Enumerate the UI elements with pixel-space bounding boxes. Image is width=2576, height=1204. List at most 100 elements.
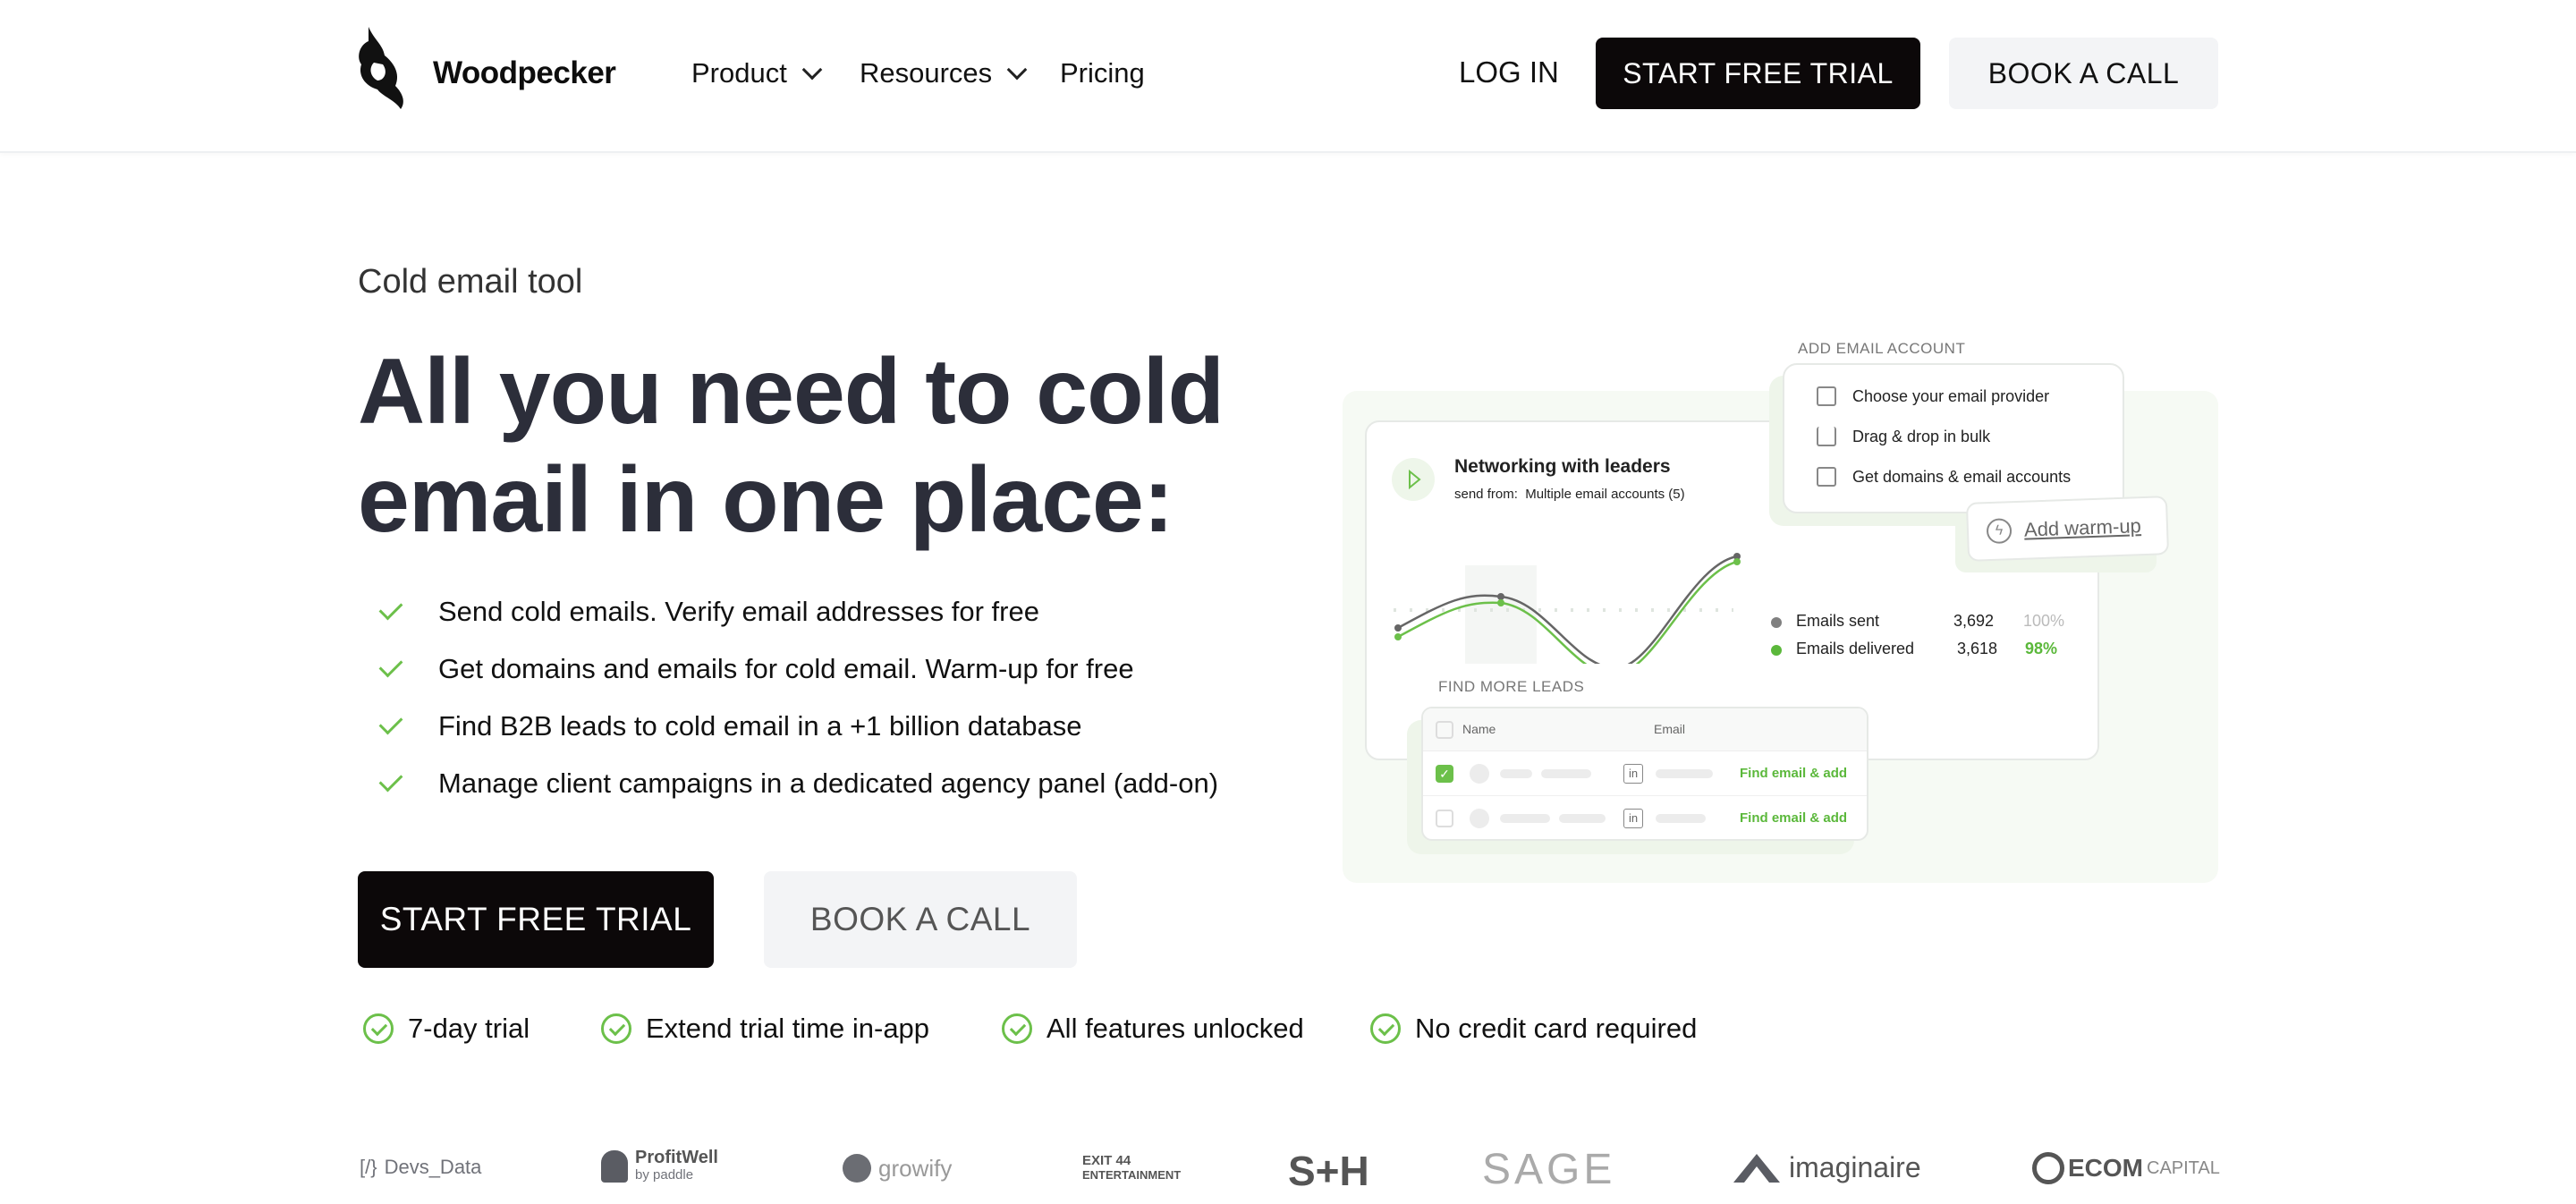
stat-percent: 98% <box>2025 640 2058 657</box>
send-from-label: send from: <box>1454 487 1518 502</box>
check-icon <box>378 710 403 735</box>
header-book-call-button[interactable]: BOOK A CALL <box>1949 38 2218 109</box>
feature-text: 7-day trial <box>408 1013 530 1044</box>
hero-book-call-button[interactable]: BOOK A CALL <box>764 871 1077 968</box>
warmup-button[interactable]: ϟ Add warm-up <box>1965 496 2170 562</box>
chevron-down-icon <box>801 59 823 81</box>
logo-sage: SAGE <box>1482 1145 1615 1194</box>
select-all-checkbox[interactable] <box>1436 721 1453 739</box>
chevron-down-icon <box>1006 59 1028 81</box>
avatar <box>1470 764 1489 784</box>
hero-start-trial-button[interactable]: START FREE TRIAL <box>358 871 714 968</box>
send-from-value: Multiple email accounts (5) <box>1525 487 1685 502</box>
row-checkbox[interactable] <box>1436 810 1453 827</box>
drag-drop-item[interactable]: Drag & drop in bulk <box>1817 427 1990 446</box>
find-email-add-link[interactable]: Find email & add <box>1740 810 1847 826</box>
feature-text: No credit card required <box>1415 1013 1698 1044</box>
row-checkbox-checked[interactable]: ✓ <box>1436 765 1453 783</box>
ecom-icon <box>2032 1152 2064 1184</box>
campaign-title: Networking with leaders <box>1454 456 1671 477</box>
logo-text: S+H <box>1288 1148 1369 1194</box>
feature-text: All features unlocked <box>1046 1013 1304 1044</box>
trial-feature: No credit card required <box>1370 1013 1697 1045</box>
login-link[interactable]: LOG IN <box>1459 55 1559 89</box>
growify-icon <box>843 1154 871 1183</box>
nav-product-label: Product <box>691 57 787 89</box>
logo-subtext: ENTERTAINMENT <box>1082 1168 1182 1182</box>
nav-pricing-label: Pricing <box>1060 57 1145 89</box>
trial-feature: All features unlocked <box>1002 1013 1304 1045</box>
profitwell-icon <box>601 1150 628 1183</box>
bullet-text: Send cold emails. Verify email addresses… <box>438 596 1039 627</box>
find-email-add-link[interactable]: Find email & add <box>1740 766 1847 781</box>
logo-imaginaire: imaginaire <box>1732 1150 1921 1184</box>
nav-resources-label: Resources <box>860 57 993 89</box>
feature-bullet: Manage client campaigns in a dedicated a… <box>376 767 1218 800</box>
check-circle-icon <box>1370 1013 1401 1044</box>
site-header: Woodpecker Product Resources Pricing LOG… <box>0 0 2576 153</box>
campaign-line-chart <box>1394 553 1741 664</box>
hero-eyebrow: Cold email tool <box>358 263 583 301</box>
check-circle-icon <box>1002 1013 1032 1044</box>
browser-icon <box>1817 467 1836 487</box>
bullet-text: Get domains and emails for cold email. W… <box>438 653 1134 684</box>
imaginaire-icon <box>1733 1154 1780 1183</box>
check-icon <box>378 653 403 678</box>
add-account-card: Choose your email provider Drag & drop i… <box>1783 363 2124 513</box>
sent-dot <box>1771 617 1782 628</box>
logo-subtext: CAPITAL <box>2147 1157 2220 1178</box>
nav-product[interactable]: Product <box>691 57 823 89</box>
stat-row-delivered: Emails delivered 3,618 98% <box>1771 640 2075 661</box>
stat-label: Emails sent <box>1796 612 1880 630</box>
logo-sh: S+H <box>1288 1147 1369 1195</box>
get-domains-item[interactable]: Get domains & email accounts <box>1817 467 2071 487</box>
check-circle-icon <box>601 1013 631 1044</box>
logo-text: EXIT 44 <box>1082 1153 1131 1168</box>
item-label: Get domains & email accounts <box>1852 467 2072 486</box>
logo-text: growify <box>878 1154 953 1182</box>
check-circle-icon <box>363 1013 394 1044</box>
logo-text: SAGE <box>1482 1146 1616 1193</box>
delivered-dot <box>1771 645 1782 656</box>
leads-title: FIND MORE LEADS <box>1438 678 1585 695</box>
item-label: Choose your email provider <box>1852 386 2050 405</box>
hero-title: All you need to cold email in one place: <box>358 338 1224 555</box>
feature-bullet: Get domains and emails for cold email. W… <box>376 653 1134 685</box>
logo-text: Devs_Data <box>384 1156 482 1178</box>
nav-resources[interactable]: Resources <box>860 57 1028 89</box>
avatar <box>1470 809 1489 828</box>
send-from: send from: Multiple email accounts (5) <box>1454 487 1685 502</box>
header-start-trial-button[interactable]: START FREE TRIAL <box>1596 38 1920 109</box>
brand-name[interactable]: Woodpecker <box>433 55 616 91</box>
stat-percent: 100% <box>2023 612 2065 630</box>
bullet-text: Manage client campaigns in a dedicated a… <box>438 767 1219 799</box>
leads-table: Name Email ✓ in Find email & add in Find… <box>1421 707 1868 841</box>
check-icon <box>378 767 403 793</box>
hero-title-line2: email in one place: <box>358 448 1174 552</box>
warmup-label: Add warm-up <box>2023 514 2142 541</box>
code-bracket-icon: [/} <box>360 1156 377 1178</box>
stat-row-sent: Emails sent 3,692 100% <box>1771 612 2075 633</box>
choose-provider-item[interactable]: Choose your email provider <box>1817 386 2049 406</box>
mail-icon <box>1817 386 1836 406</box>
feature-text: Extend trial time in-app <box>646 1013 930 1044</box>
lead-row: ✓ in Find email & add <box>1423 751 1867 796</box>
item-label: Drag & drop in bulk <box>1852 427 1991 445</box>
nav-pricing[interactable]: Pricing <box>1060 57 1145 89</box>
woodpecker-logo-icon[interactable] <box>356 27 408 114</box>
logo-text: ECOM <box>2068 1154 2143 1182</box>
stat-value: 3,618 <box>1957 640 1998 657</box>
logo-ecom-capital: ECOM CAPITAL <box>2032 1152 2220 1184</box>
hero-title-line1: All you need to cold <box>358 340 1224 444</box>
feature-bullet: Find B2B leads to cold email in a +1 bil… <box>376 710 1081 742</box>
trial-feature: 7-day trial <box>363 1013 530 1045</box>
column-name: Name <box>1462 722 1496 736</box>
logo-text: ProfitWell <box>635 1148 718 1167</box>
stat-value: 3,692 <box>1953 612 1995 630</box>
stat-label: Emails delivered <box>1796 640 1915 657</box>
logo-subtext: by paddle <box>635 1167 694 1183</box>
add-account-title: ADD EMAIL ACCOUNT <box>1798 340 1966 357</box>
leads-header: Name Email <box>1423 708 1867 751</box>
lead-row: in Find email & add <box>1423 796 1867 839</box>
linkedin-icon: in <box>1623 764 1643 784</box>
